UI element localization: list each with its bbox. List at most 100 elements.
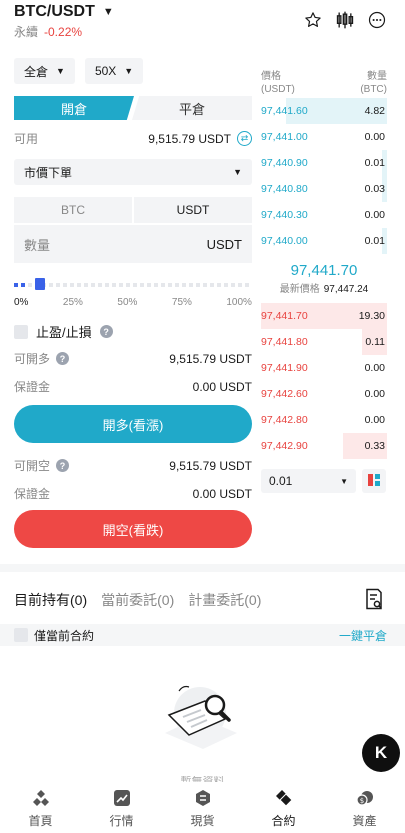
futures-icon [274,788,294,808]
quantity-input[interactable]: 數量 USDT [14,225,252,263]
nav-assets[interactable]: $ 資產 [324,783,405,833]
assistant-fab[interactable]: K [362,734,400,772]
order-book-row[interactable]: 97,440.90 0.01 [261,150,387,176]
order-book-row[interactable]: 97,441.60 4.82 [261,98,387,124]
long-available-label: 可開多 [14,352,51,366]
pair-subtitle: 永續 -0.22% [14,23,82,40]
slider-segment [77,283,81,287]
depth-precision-select[interactable]: 0.01 ▼ [261,469,356,493]
more-icon[interactable] [367,10,387,30]
order-qty: 19.30 [358,310,385,322]
short-available-value: 9,515.79 USDT [169,458,252,473]
order-book: 價格 (USDT) 數量 (BTC) 97,441.60 4.82 97,441.0… [261,70,387,459]
fab-logo: K [374,743,388,762]
slider-segment [154,283,158,287]
tab-current-positions[interactable]: 目前持有(0) [14,590,87,610]
slider-segment [238,283,242,287]
open-long-button[interactable]: 開多(看漲) [14,405,252,443]
leverage-select[interactable]: 50X ▼ [84,58,144,84]
slider-segment [175,283,179,287]
nav-home-label: 首頁 [28,814,53,828]
contract-type: 永續 [14,25,39,39]
order-book-row[interactable]: 97,441.90 0.00 [261,355,387,381]
tick-label[interactable]: 50% [117,297,137,308]
order-form: 全倉 ▼ 50X ▼ 平倉 開倉 可用 9,515.79 USDT ⇄ 市價下單 ▼… [14,58,252,548]
nav-home[interactable]: 首頁 [0,783,81,833]
order-price: 97,442.60 [261,388,308,400]
order-book-row[interactable]: 97,442.80 0.00 [261,407,387,433]
order-book-row[interactable]: 97,440.30 0.00 [261,202,387,228]
slider-thumb[interactable] [35,278,45,290]
tick-label[interactable]: 0% [14,297,28,308]
slider-fill-segment [21,283,25,287]
tab-plan-orders[interactable]: 計畫委託(0) [188,590,261,610]
order-book-row[interactable]: 97,440.80 0.03 [261,176,387,202]
caret-down-icon: ▼ [56,66,65,76]
quantity-slider[interactable] [14,278,252,292]
bottom-navigation: 首頁 行情 現貨 合約 $ 資產 [0,783,405,833]
current-contract-checkbox[interactable] [14,628,28,642]
slider-segment [161,283,165,287]
slider-segment [217,283,221,287]
latest-price-label: 最新價格 [279,284,320,295]
header: BTC/USDT ▼ 永續 -0.22% [0,0,405,48]
order-type-select[interactable]: 市價下單 ▼ [14,159,252,185]
depth-precision-value: 0.01 [269,474,293,488]
market-icon [112,788,132,808]
order-qty: 0.00 [364,388,385,400]
svg-text:$: $ [359,797,363,805]
unit-usdt-button[interactable]: USDT [134,197,252,223]
transfer-icon[interactable]: ⇄ [237,131,252,146]
tab-open-orders[interactable]: 當前委託(0) [101,590,174,610]
nav-spot[interactable]: 現貨 [162,783,243,833]
help-icon[interactable]: ? [56,459,70,472]
pair-title: BTC/USDT [14,3,95,20]
short-available-row: 可開空? 9,515.79 USDT [14,457,252,474]
order-price: 97,442.80 [261,414,308,426]
slider-segment [70,283,74,287]
last-price-block: 97,441.70 最新價格 97,447.24 [261,262,387,295]
tick-label[interactable]: 25% [63,297,83,308]
tab-open-position[interactable]: 開倉 [14,96,134,120]
margin-mode-select[interactable]: 全倉 ▼ [14,58,75,84]
long-margin-label: 保證金 [14,380,51,394]
help-icon[interactable]: ? [56,352,70,365]
chevron-down-icon: ▼ [102,6,114,18]
short-available-label: 可開空 [14,459,51,473]
short-margin-value: 0.00 USDT [192,486,252,501]
pair-selector[interactable]: BTC/USDT ▼ [14,3,114,21]
order-book-row[interactable]: 97,440.00 0.01 [261,228,387,254]
tpsl-row: 止盈/止損 ? [14,322,113,341]
open-short-button[interactable]: 開空(看跌) [14,510,252,548]
nav-futures[interactable]: 合約 [243,783,324,833]
tick-label[interactable]: 100% [226,297,252,308]
unit-btc-button[interactable]: BTC [14,197,132,223]
slider-segment [63,283,67,287]
book-view-toggle[interactable] [362,469,386,493]
slider-segment [119,283,123,287]
slider-fill-segment [14,283,18,287]
help-icon[interactable]: ? [99,325,113,338]
slider-segment [245,283,249,287]
order-price: 97,441.80 [261,336,308,348]
tick-label[interactable]: 75% [172,297,192,308]
order-book-row[interactable]: 97,441.70 19.30 [261,303,387,329]
order-history-icon[interactable] [364,588,384,613]
tpsl-checkbox[interactable] [14,324,28,339]
order-price: 97,441.60 [261,105,308,117]
order-book-row[interactable]: 97,442.60 0.00 [261,381,387,407]
long-available-row: 可開多? 9,515.79 USDT [14,350,252,367]
close-all-button[interactable]: 一鍵平倉 [339,627,387,644]
tab-close-position[interactable]: 平倉 [132,96,252,120]
slider-segment [56,283,60,287]
latest-price-row: 最新價格 97,447.24 [261,280,387,295]
slider-segment [147,283,151,287]
order-book-row[interactable]: 97,442.90 0.33 [261,433,387,459]
candlestick-icon[interactable] [335,10,355,30]
order-qty: 0.01 [364,157,385,169]
slider-segment [105,283,109,287]
star-icon[interactable] [303,10,323,30]
order-book-row[interactable]: 97,441.00 0.00 [261,124,387,150]
nav-market[interactable]: 行情 [81,783,162,833]
order-book-row[interactable]: 97,441.80 0.11 [261,329,387,355]
